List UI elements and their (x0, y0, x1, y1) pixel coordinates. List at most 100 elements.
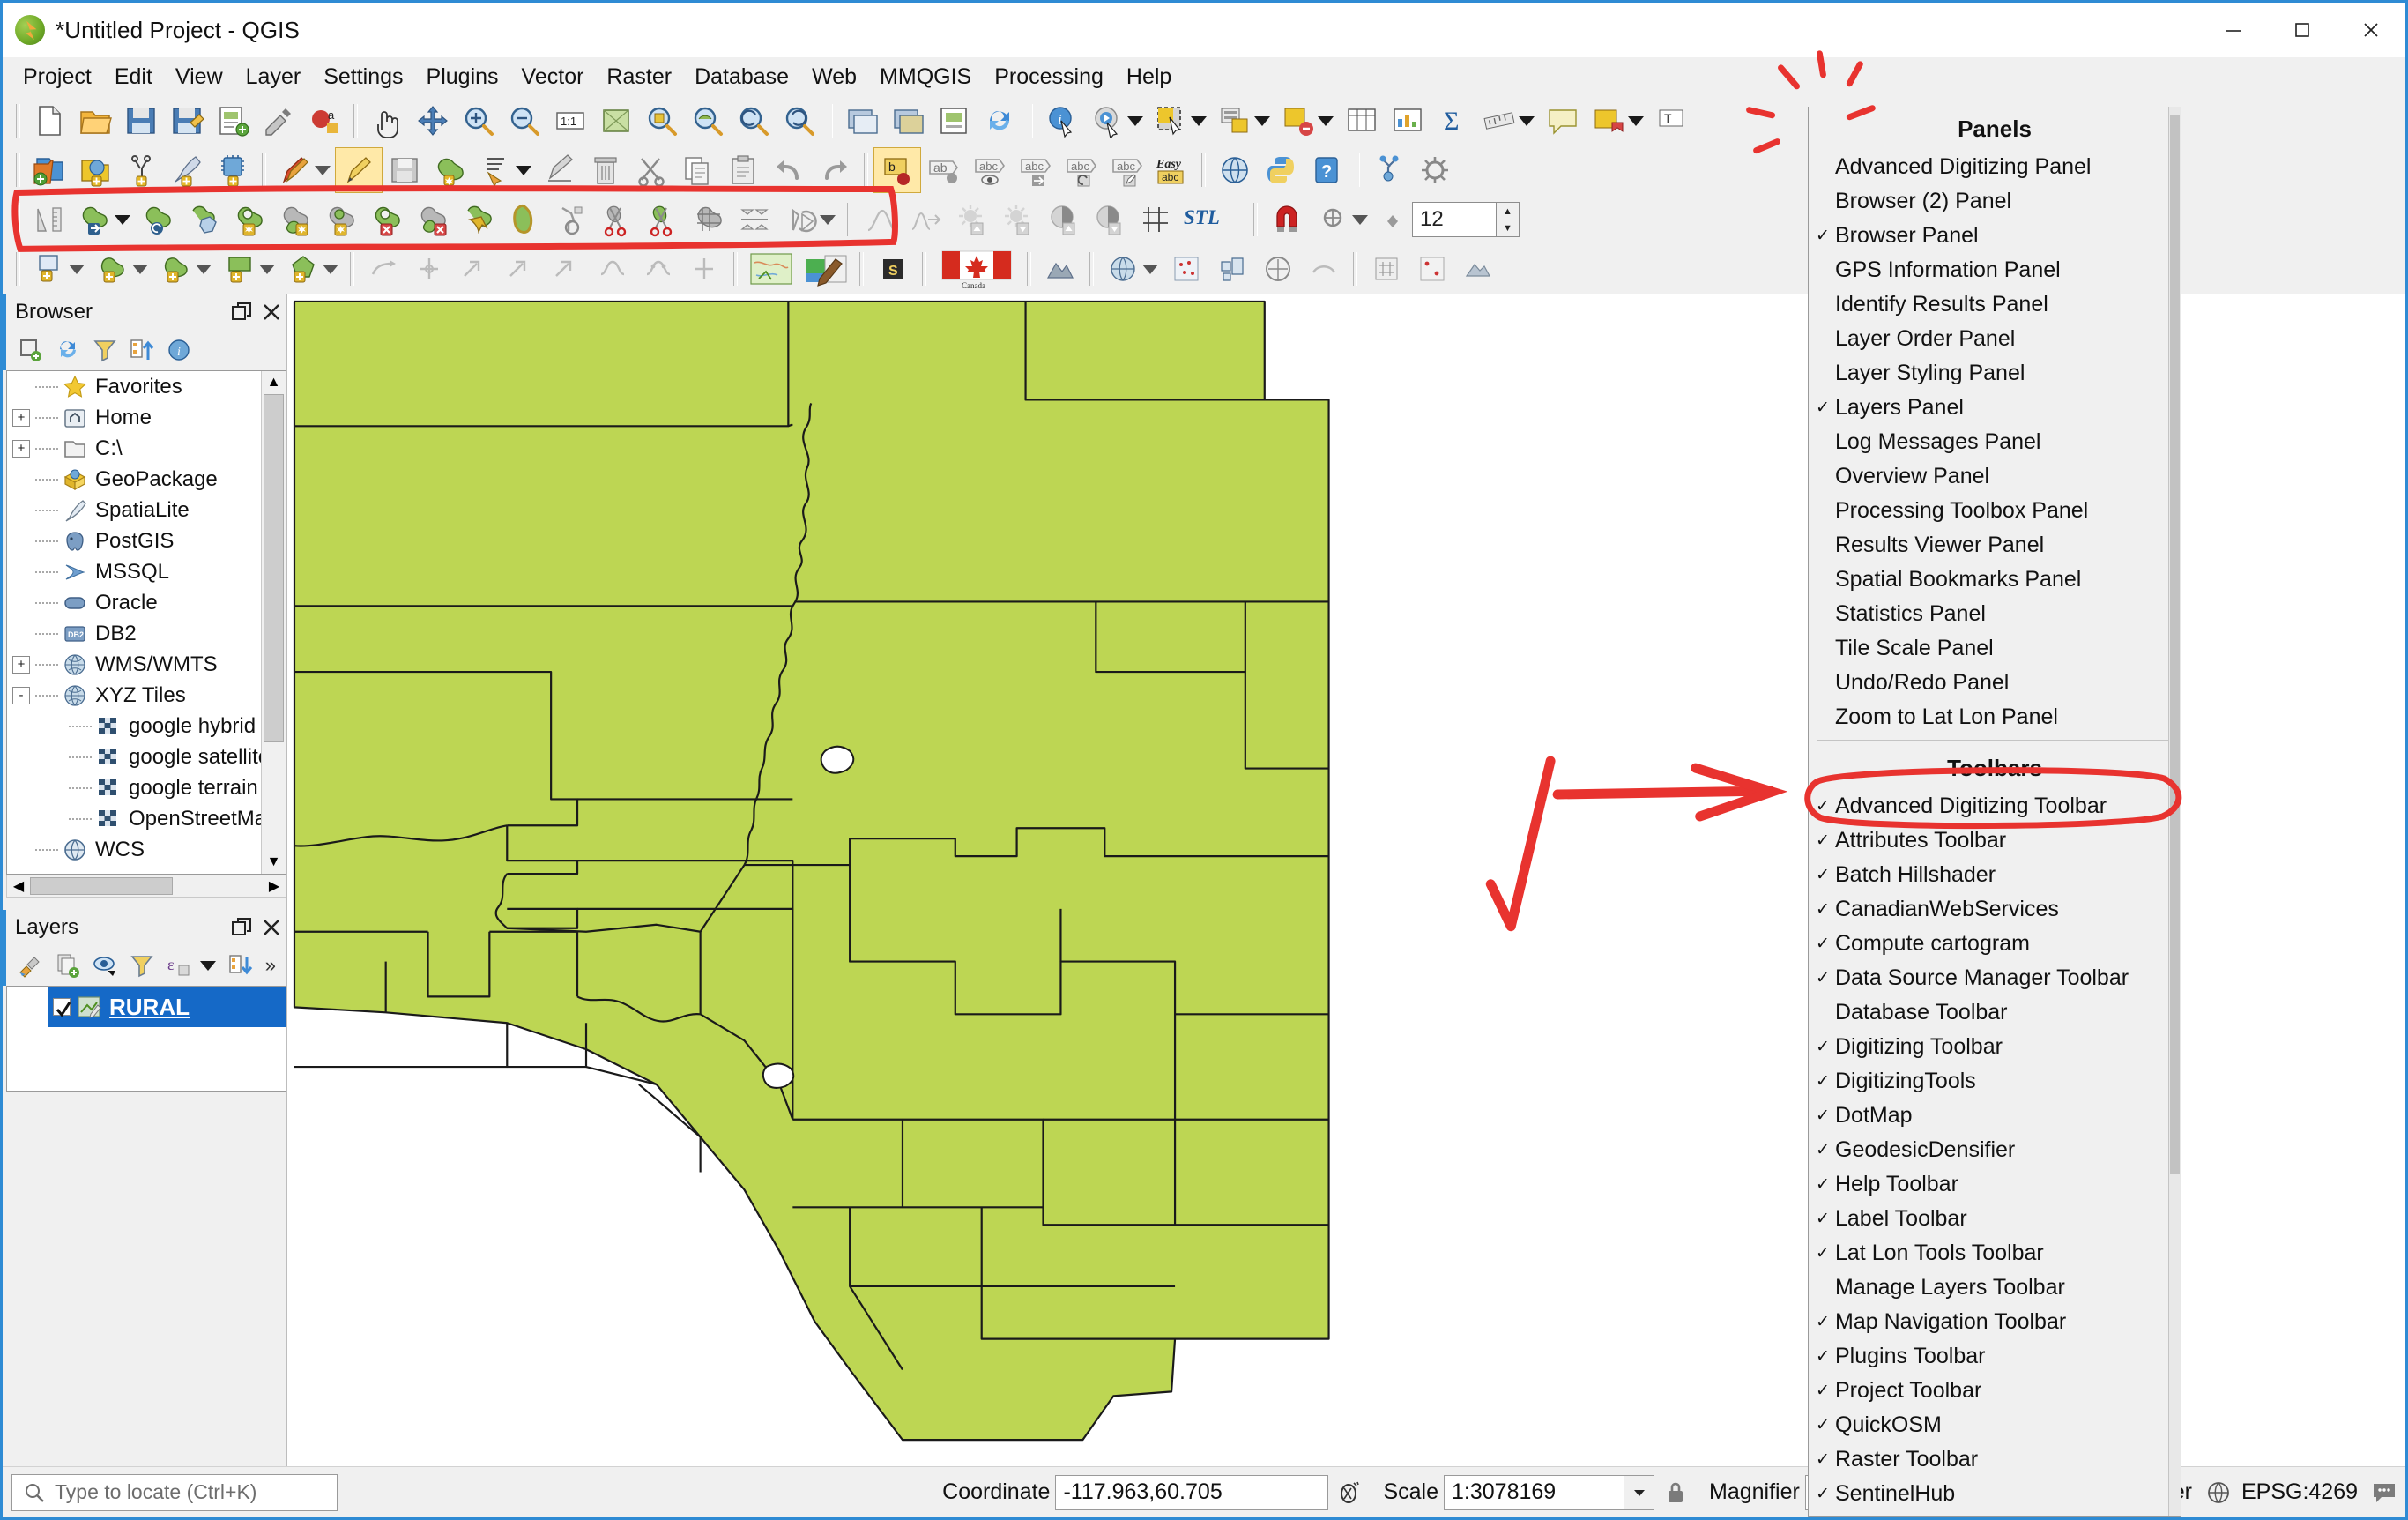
cartogram-button[interactable] (1209, 247, 1255, 291)
zoom-full-button[interactable] (593, 99, 639, 143)
plugin-settings-button[interactable] (1412, 148, 1458, 192)
panel-item-statistics-panel[interactable]: Statistics Panel (1809, 597, 2181, 631)
float-icon[interactable] (227, 297, 256, 327)
paste-features-button[interactable] (720, 148, 766, 192)
menu-vector[interactable]: Vector (510, 61, 596, 93)
toolbar-item-attributes-toolbar[interactable]: ✓ Attributes Toolbar (1809, 823, 2181, 858)
identify-features-button[interactable]: i (1039, 99, 1085, 143)
toolbar-item-label-toolbar[interactable]: ✓ Label Toolbar (1809, 1202, 2181, 1236)
toolbar-item-digitizingtools[interactable]: ✓ DigitizingTools (1809, 1064, 2181, 1099)
panel-item-gps-information-panel[interactable]: GPS Information Panel (1809, 253, 2181, 287)
toolbar-item-quickosm[interactable]: ✓ QuickOSM (1809, 1408, 2181, 1442)
vertex-tool-button[interactable] (360, 247, 406, 291)
lat-lon-tools-button[interactable] (1364, 247, 1409, 291)
run-feature-action-button[interactable] (1085, 99, 1131, 143)
vertex-tool-all-button[interactable] (406, 247, 452, 291)
geodesic-densifier-button[interactable] (1100, 247, 1146, 291)
modify-attributes-button[interactable] (537, 148, 583, 192)
delete-part-button[interactable] (457, 197, 502, 242)
stretch-histogram-button[interactable] (903, 197, 949, 242)
extend-line-button[interactable] (544, 247, 590, 291)
menu-edit[interactable]: Edit (103, 61, 164, 93)
merge-attributes-button[interactable] (732, 197, 777, 242)
toolbar-item-database-toolbar[interactable]: Database Toolbar (1809, 995, 2181, 1030)
toolbar-item-help-toolbar[interactable]: ✓ Help Toolbar (1809, 1167, 2181, 1202)
vertex-tolerance-input[interactable]: 12 ▲ ▼ (1412, 202, 1520, 237)
add-group-icon[interactable] (50, 948, 85, 983)
toolbar-item-advanced-digitizing-toolbar[interactable]: ✓ Advanced Digitizing Toolbar (1809, 789, 2181, 823)
add-record-button[interactable] (473, 148, 519, 192)
merge-features-button[interactable] (686, 197, 732, 242)
trim-extend-button[interactable] (452, 247, 498, 291)
panel-item-undo-redo-panel[interactable]: Undo/Redo Panel (1809, 666, 2181, 700)
add-raster-layer-button[interactable] (118, 148, 164, 192)
delete-ring-button[interactable] (411, 197, 457, 242)
increase-brightness-button[interactable] (949, 197, 995, 242)
open-layer-styling-icon[interactable] (13, 948, 48, 983)
zoom-to-layer-button[interactable] (685, 99, 731, 143)
new-print-layout-2-button[interactable] (931, 99, 977, 143)
smooth-feature-button[interactable] (590, 247, 635, 291)
raster-histogram-button[interactable] (858, 197, 903, 242)
minimize-button[interactable] (2199, 3, 2268, 57)
scale-value[interactable]: 1:3078169 (1444, 1474, 1625, 1510)
expand-all-icon[interactable] (223, 948, 258, 983)
scroll-right-icon[interactable]: ▶ (263, 875, 286, 897)
panel-item-browser-2-panel[interactable]: Browser (2) Panel (1809, 184, 2181, 219)
panel-item-tile-scale-panel[interactable]: Tile Scale Panel (1809, 631, 2181, 666)
panel-item-spatial-bookmarks-panel[interactable]: Spatial Bookmarks Panel (1809, 563, 2181, 597)
stepper-up-icon[interactable]: ▲ (1496, 203, 1519, 220)
move-label-button[interactable]: abc (1012, 148, 1058, 192)
select-by-value-button[interactable] (1212, 99, 1258, 143)
chevron-down-icon[interactable] (1624, 1474, 1655, 1510)
pin-labels-button[interactable]: ab (920, 148, 966, 192)
scroll-left-icon[interactable]: ◀ (7, 875, 30, 897)
expression-filter-icon[interactable]: ε (161, 948, 197, 983)
locator-search-input[interactable]: Type to locate (Ctrl+K) (11, 1473, 338, 1511)
scale-combo[interactable]: 1:3078169 (1444, 1474, 1655, 1510)
menu-project[interactable]: Project (11, 61, 103, 93)
toolbar-item-project-toolbar[interactable]: ✓ Project Toolbar (1809, 1374, 2181, 1408)
filter-legend-icon[interactable] (124, 948, 160, 983)
browser-item-favorites[interactable]: Favorites (7, 371, 286, 402)
add-regular-polygon-button[interactable] (280, 247, 326, 291)
browser-item-db2[interactable]: DB2 DB2 (7, 618, 286, 649)
browser-item-wms-wmts[interactable]: + WMS/WMTS (7, 649, 286, 680)
view-panels-toolbars-dropdown[interactable]: Panels Advanced Digitizing Panel Browser … (1808, 107, 2181, 1517)
label-toggle-button[interactable]: b (873, 147, 921, 193)
save-project-as-button[interactable] (164, 99, 210, 143)
menu-settings[interactable]: Settings (312, 61, 414, 93)
expand-icon[interactable]: + (12, 655, 30, 674)
browser-item-postgis[interactable]: PostGIS (7, 525, 286, 556)
add-rectangle-feature-button[interactable] (217, 247, 263, 291)
node-tool-button[interactable] (681, 247, 727, 291)
add-ring-button[interactable] (273, 197, 319, 242)
select-features-button[interactable] (1148, 99, 1194, 143)
panel-item-identify-results-panel[interactable]: Identify Results Panel (1809, 287, 2181, 322)
cut-features-button[interactable] (628, 148, 674, 192)
open-attribute-table-button[interactable] (1339, 99, 1385, 143)
panel-item-advanced-digitizing-panel[interactable]: Advanced Digitizing Panel (1809, 150, 2181, 184)
map-tips-button[interactable] (1540, 99, 1586, 143)
save-project-button[interactable] (118, 99, 164, 143)
scroll-thumb[interactable] (30, 877, 173, 895)
decrease-contrast-button[interactable] (1087, 197, 1133, 242)
stepper-down-icon[interactable]: ▼ (1496, 220, 1519, 236)
menu-layer[interactable]: Layer (234, 61, 313, 93)
add-part-button[interactable] (319, 197, 365, 242)
panel-item-layer-order-panel[interactable]: Layer Order Panel (1809, 322, 2181, 356)
save-layer-edits-button[interactable] (382, 148, 427, 192)
menu-plugins[interactable]: Plugins (415, 61, 510, 93)
browser-item-home[interactable]: + Home (7, 402, 286, 433)
quickosm-button[interactable] (1255, 247, 1301, 291)
close-icon[interactable] (256, 297, 286, 327)
add-vector-layer-button[interactable] (72, 148, 118, 192)
copy-features-button[interactable] (674, 148, 720, 192)
panel-item-results-viewer-panel[interactable]: Results Viewer Panel (1809, 528, 2181, 563)
copy-latlon-button[interactable] (1409, 247, 1455, 291)
toolbar-item-batch-hillshader[interactable]: ✓ Batch Hillshader (1809, 858, 2181, 892)
new-bookmark-button[interactable] (1586, 99, 1631, 143)
add-point-feature-button[interactable] (26, 247, 72, 291)
collapse-icon[interactable]: - (12, 686, 30, 704)
undo-button[interactable] (766, 148, 812, 192)
